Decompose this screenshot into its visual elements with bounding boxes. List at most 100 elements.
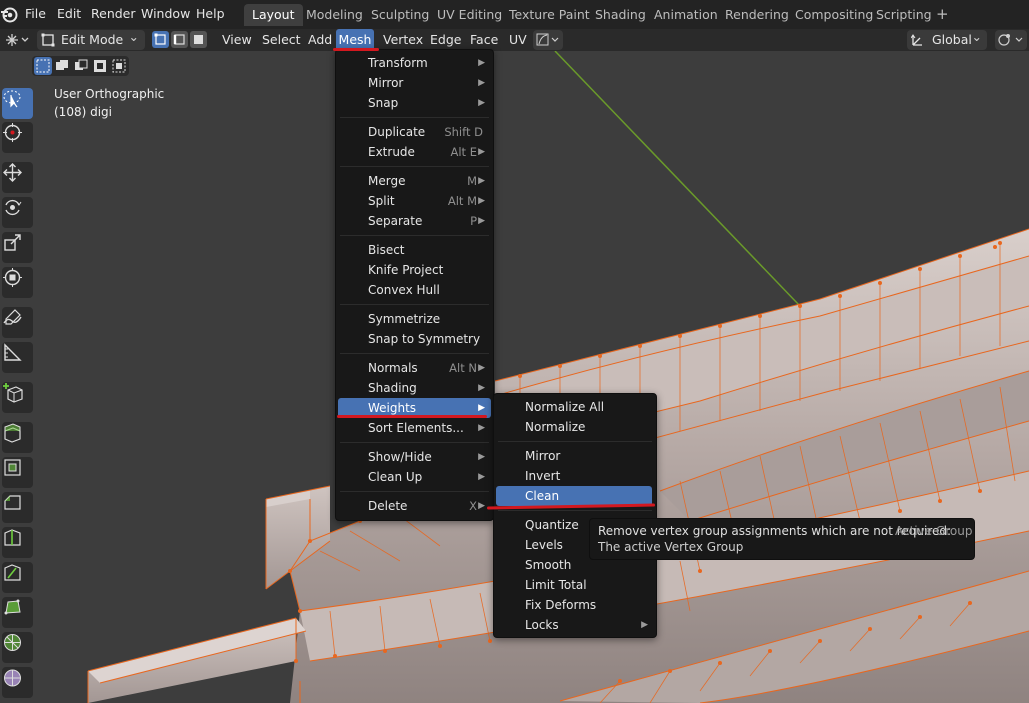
smooth-tool[interactable] <box>2 667 33 698</box>
menu-item-normalize[interactable]: Normalize <box>498 417 652 437</box>
submenu-arrow-icon: ▶ <box>478 98 485 108</box>
menu-item-snap[interactable]: Snap ▶ <box>340 93 489 113</box>
menu-item-transform[interactable]: Transform ▶ <box>340 53 489 73</box>
viewport-header: Edit Mode ⌄ View Select Add Mesh Vertex … <box>0 29 1029 51</box>
edit-mode-icon <box>41 33 55 47</box>
menu-select[interactable]: Select <box>262 29 301 51</box>
menu-item-normalize-all[interactable]: Normalize All <box>498 397 652 417</box>
transform-tool[interactable] <box>2 267 33 298</box>
menu-item-mirror[interactable]: Mirror ▶ <box>340 73 489 93</box>
menu-item-split[interactable]: Split Alt M ▶ <box>340 191 489 211</box>
select-intersect-icon[interactable] <box>110 57 128 75</box>
submenu-arrow-icon: ▶ <box>478 216 485 226</box>
menu-view[interactable]: View <box>222 29 252 51</box>
menu-render[interactable]: Render <box>91 0 136 29</box>
menu-item-extrude[interactable]: Extrude Alt E ▶ <box>340 142 489 162</box>
measure-tool[interactable] <box>2 342 33 373</box>
submenu-arrow-icon: ▶ <box>478 363 485 373</box>
select-subtract-icon[interactable] <box>72 57 90 75</box>
select-new-icon[interactable] <box>34 57 52 75</box>
menu-separator <box>340 491 489 492</box>
tab-animation[interactable]: Animation <box>646 4 726 26</box>
menu-face[interactable]: Face <box>470 29 498 51</box>
submenu-arrow-icon: ▶ <box>478 423 485 433</box>
weights-submenu: Normalize All Normalize Mirror Invert Cl… <box>493 393 657 638</box>
menu-item-normals[interactable]: Normals Alt N ▶ <box>340 358 489 378</box>
pivot-dropdown[interactable] <box>995 30 1027 50</box>
submenu-arrow-icon: ▶ <box>478 147 485 157</box>
selection-mode-buttons <box>32 56 129 76</box>
add-cube-tool[interactable] <box>2 382 33 413</box>
edge-select-button[interactable] <box>171 31 188 48</box>
tab-scripting[interactable]: Scripting <box>868 4 940 26</box>
menu-add[interactable]: Add <box>308 29 332 51</box>
knife-tool[interactable] <box>2 562 33 593</box>
loop-cut-tool[interactable] <box>2 527 33 558</box>
tooltip-value: Active Group <box>895 524 973 538</box>
chevron-down-icon: ⌄ <box>128 29 139 44</box>
menu-edit[interactable]: Edit <box>57 0 81 29</box>
uv-select-mode-dropdown[interactable] <box>533 30 563 50</box>
menu-item-convex-hull[interactable]: Convex Hull <box>340 280 489 300</box>
menu-separator <box>498 510 652 511</box>
menu-item-limit-total[interactable]: Limit Total <box>498 575 652 595</box>
tab-texture-paint[interactable]: Texture Paint <box>501 4 598 26</box>
menu-item-symmetrize[interactable]: Symmetrize <box>340 309 489 329</box>
submenu-arrow-icon: ▶ <box>478 196 485 206</box>
chevron-down-icon: ⌄ <box>971 29 982 44</box>
transform-orientation-dropdown[interactable]: Global ⌄ <box>907 29 987 50</box>
mode-dropdown[interactable]: Edit Mode ⌄ <box>37 29 145 50</box>
menu-separator <box>340 166 489 167</box>
menu-item-clean-up[interactable]: Clean Up ▶ <box>340 467 489 487</box>
select-box-tool[interactable] <box>2 88 33 119</box>
menu-item-knife-project[interactable]: Knife Project <box>340 260 489 280</box>
menu-item-weights-mirror[interactable]: Mirror <box>498 446 652 466</box>
cursor-tool[interactable] <box>2 122 33 153</box>
menu-separator <box>340 304 489 305</box>
rotate-tool[interactable] <box>2 197 33 228</box>
menu-item-sort-elements[interactable]: Sort Elements... ▶ <box>340 418 489 438</box>
menu-item-merge[interactable]: Merge M ▶ <box>340 171 489 191</box>
vertex-select-button[interactable] <box>152 31 169 48</box>
mode-label: Edit Mode <box>61 32 124 47</box>
add-workspace-button[interactable]: + <box>936 0 949 29</box>
tab-rendering[interactable]: Rendering <box>717 4 797 26</box>
menu-item-duplicate[interactable]: Duplicate Shift D <box>340 122 489 142</box>
extrude-region-tool[interactable] <box>2 422 33 453</box>
tab-modeling[interactable]: Modeling <box>298 4 371 26</box>
menu-item-snap-to-symmetry[interactable]: Snap to Symmetry <box>340 329 489 349</box>
submenu-arrow-icon: ▶ <box>478 472 485 482</box>
menu-separator <box>340 117 489 118</box>
annotate-tool[interactable] <box>2 307 33 338</box>
3d-viewport-editor-icon[interactable] <box>4 32 30 48</box>
tab-uv-editing[interactable]: UV Editing <box>429 4 510 26</box>
menu-item-locks[interactable]: Locks ▶ <box>498 615 652 635</box>
menu-window[interactable]: Window <box>141 0 190 29</box>
submenu-arrow-icon: ▶ <box>478 383 485 393</box>
menu-item-bisect[interactable]: Bisect <box>340 240 489 260</box>
menu-edge[interactable]: Edge <box>430 29 461 51</box>
menu-uv[interactable]: UV <box>509 29 527 51</box>
poly-build-tool[interactable] <box>2 597 33 628</box>
menu-item-shading[interactable]: Shading ▶ <box>340 378 489 398</box>
face-select-button[interactable] <box>190 31 207 48</box>
menu-item-separate[interactable]: Separate P ▶ <box>340 211 489 231</box>
spin-tool[interactable] <box>2 632 33 663</box>
tab-shading[interactable]: Shading <box>587 4 654 26</box>
menu-item-fix-deforms[interactable]: Fix Deforms <box>498 595 652 615</box>
menu-vertex[interactable]: Vertex <box>383 29 423 51</box>
blender-logo-icon[interactable] <box>0 5 18 23</box>
bevel-tool[interactable] <box>2 492 33 523</box>
tab-sculpting[interactable]: Sculpting <box>363 4 437 26</box>
select-difference-icon[interactable] <box>91 57 109 75</box>
menu-item-show-hide[interactable]: Show/Hide ▶ <box>340 447 489 467</box>
scale-tool[interactable] <box>2 232 33 263</box>
menu-file[interactable]: File <box>25 0 46 29</box>
select-extend-icon[interactable] <box>53 57 71 75</box>
menu-item-delete[interactable]: Delete X ▶ <box>340 496 489 516</box>
inset-faces-tool[interactable] <box>2 457 33 488</box>
tab-layout[interactable]: Layout <box>244 4 303 26</box>
menu-help[interactable]: Help <box>196 0 225 29</box>
move-tool[interactable] <box>2 162 33 193</box>
menu-item-invert[interactable]: Invert <box>498 466 652 486</box>
